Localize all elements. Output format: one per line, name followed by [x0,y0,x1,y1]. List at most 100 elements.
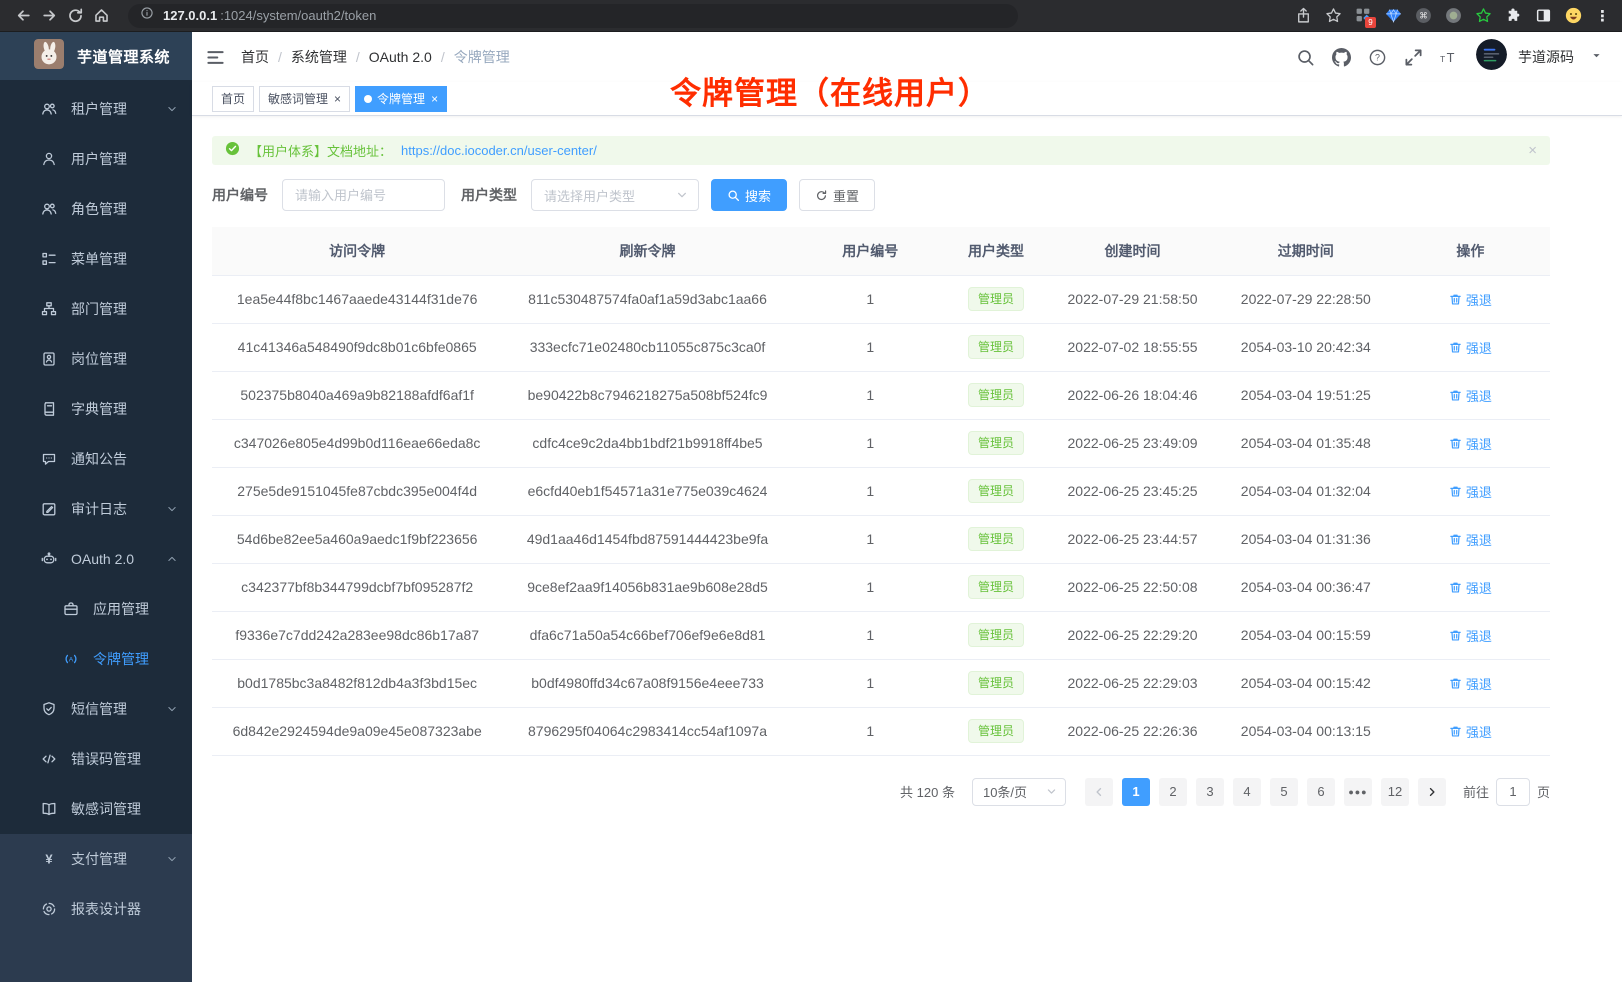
cell-refresh-token: 49d1aa46d1454fbd87591444423be9fa [502,515,792,563]
sidebar-item-post-badge[interactable]: 岗位管理 [0,334,192,384]
page-ellipsis[interactable]: ●●● [1344,778,1372,806]
extension-grid-icon[interactable]: 9 [1355,7,1372,24]
app-shell: 芋道管理系统 租户管理用户管理角色管理菜单管理部门管理岗位管理字典管理通知公告审… [0,32,1622,982]
force-logout-button[interactable]: 强退 [1449,386,1492,405]
user-type-select[interactable]: 请选择用户类型 [531,179,699,211]
font-size-icon[interactable]: TT [1440,48,1459,67]
browser-profile-avatar[interactable] [1565,7,1582,24]
address-bar[interactable]: 127.0.0.1 :1024/system/oauth2/token [128,4,1018,28]
force-logout-button[interactable]: 强退 [1449,674,1492,693]
goto-page-input[interactable] [1496,778,1530,806]
sidebar-item-app-briefcase[interactable]: 应用管理 [0,584,192,634]
search-button[interactable]: 搜索 [711,179,787,211]
extension-star-icon[interactable] [1475,7,1492,24]
bookmark-star-icon[interactable] [1325,7,1342,24]
page-size-select[interactable]: 10条/页 [972,778,1066,806]
page-button-2[interactable]: 2 [1159,778,1187,806]
tab-close-icon[interactable]: × [334,93,341,105]
tab-item[interactable]: 敏感词管理× [259,86,350,112]
force-logout-button[interactable]: 强退 [1449,722,1492,741]
browser-home-icon[interactable] [90,5,112,27]
pagination-total: 共 120 条 [900,782,955,801]
sidebar-item-tenant-users[interactable]: 租户管理 [0,84,192,134]
sidebar-item-menu-tree[interactable]: 菜单管理 [0,234,192,284]
force-logout-label: 强退 [1466,578,1492,597]
sidebar-item-oauth-robot[interactable]: OAuth 2.0 [0,534,192,584]
prev-page-button[interactable] [1085,778,1113,806]
tab-item[interactable]: 首页 [212,86,254,112]
sidebar-item-payment-yen[interactable]: ¥支付管理 [0,834,192,884]
success-check-icon [225,141,240,161]
goto-label: 前往 [1463,782,1489,801]
extension-puzzle-icon[interactable] [1505,7,1522,24]
logo-bar[interactable]: 芋道管理系统 [0,32,192,80]
breadcrumb-item[interactable]: OAuth 2.0 [369,49,432,65]
share-icon[interactable] [1295,7,1312,24]
caret-down-icon[interactable] [1591,48,1602,66]
goto-page: 前往 页 [1463,778,1550,806]
sidebar-item-token-signal[interactable]: A令牌管理 [0,634,192,684]
sidebar-item-report-designer[interactable]: 报表设计器 [0,884,192,934]
browser-forward-icon[interactable] [38,5,60,27]
table-row: 6d842e2924594de9a09e45e087323abe8796295f… [212,707,1550,755]
site-info-icon[interactable] [140,6,154,25]
chevron-up-icon [166,553,178,565]
sms-shield-icon [40,701,57,717]
browser-back-icon[interactable] [12,5,34,27]
breadcrumb-item[interactable]: 首页 [241,47,269,67]
browser-menu-icon[interactable]: ⋮ [1595,7,1610,25]
search-icon[interactable] [1296,48,1315,67]
sidebar-item-announcement[interactable]: 通知公告 [0,434,192,484]
sidebar-item-label: 敏感词管理 [71,799,141,819]
cell-expires-at: 2054-03-04 00:13:15 [1221,707,1391,755]
sidebar: 芋道管理系统 租户管理用户管理角色管理菜单管理部门管理岗位管理字典管理通知公告审… [0,32,192,982]
force-logout-button[interactable]: 强退 [1449,482,1492,501]
force-logout-button[interactable]: 强退 [1449,290,1492,309]
alert-close-icon[interactable]: × [1528,143,1537,158]
force-logout-button[interactable]: 强退 [1449,626,1492,645]
page-button-4[interactable]: 4 [1233,778,1261,806]
alert-doc-link[interactable]: https://doc.iocoder.cn/user-center/ [401,143,597,158]
sidebar-item-role-users[interactable]: 角色管理 [0,184,192,234]
reader-mode-icon[interactable] [1535,7,1552,24]
page-button-1[interactable]: 1 [1122,778,1150,806]
fullscreen-icon[interactable] [1404,48,1423,67]
page-button-5[interactable]: 5 [1270,778,1298,806]
cell-actions: 强退 [1391,323,1550,371]
sidebar-item-sms-shield[interactable]: 短信管理 [0,684,192,734]
breadcrumb-item[interactable]: 系统管理 [291,47,347,67]
github-icon[interactable] [1332,48,1351,67]
user-avatar[interactable] [1476,39,1507,75]
extension-gem-icon[interactable] [1385,7,1402,24]
next-page-button[interactable] [1418,778,1446,806]
browser-reload-icon[interactable] [64,5,86,27]
force-logout-button[interactable]: 强退 [1449,578,1492,597]
page-button-12[interactable]: 12 [1381,778,1409,806]
force-logout-button[interactable]: 强退 [1449,434,1492,453]
content: 【用户体系】文档地址： https://doc.iocoder.cn/user-… [192,116,1622,982]
user-name[interactable]: 芋道源码 [1518,47,1574,67]
user-type-label: 用户类型 [461,185,517,205]
tab-close-icon[interactable]: × [431,93,438,105]
force-logout-button[interactable]: 强退 [1449,338,1492,357]
extension-command-icon[interactable]: ⌘ [1415,7,1432,24]
sidebar-item-dictionary[interactable]: 字典管理 [0,384,192,434]
sidebar-item-error-code[interactable]: 错误码管理 [0,734,192,784]
tokens-table: 访问令牌刷新令牌用户编号用户类型创建时间过期时间操作 1ea5e44f8bc14… [212,227,1550,756]
sidebar-item-user[interactable]: 用户管理 [0,134,192,184]
sidebar-item-audit-log[interactable]: 审计日志 [0,484,192,534]
cell-actions: 强退 [1391,611,1550,659]
cell-refresh-token: 9ce8ef2aa9f14056b831ae9b608e28d5 [502,563,792,611]
page-button-3[interactable]: 3 [1196,778,1224,806]
force-logout-button[interactable]: 强退 [1449,530,1492,549]
user-id-input[interactable] [282,179,445,211]
cell-actions: 强退 [1391,371,1550,419]
extension-record-icon[interactable] [1445,7,1462,24]
help-icon[interactable]: ? [1368,48,1387,67]
tab-active[interactable]: 令牌管理× [355,86,447,112]
sidebar-toggle-icon[interactable] [206,48,225,67]
sidebar-item-org-chart[interactable]: 部门管理 [0,284,192,334]
sidebar-item-open-book[interactable]: 敏感词管理 [0,784,192,834]
reset-button[interactable]: 重置 [799,179,875,211]
page-button-6[interactable]: 6 [1307,778,1335,806]
